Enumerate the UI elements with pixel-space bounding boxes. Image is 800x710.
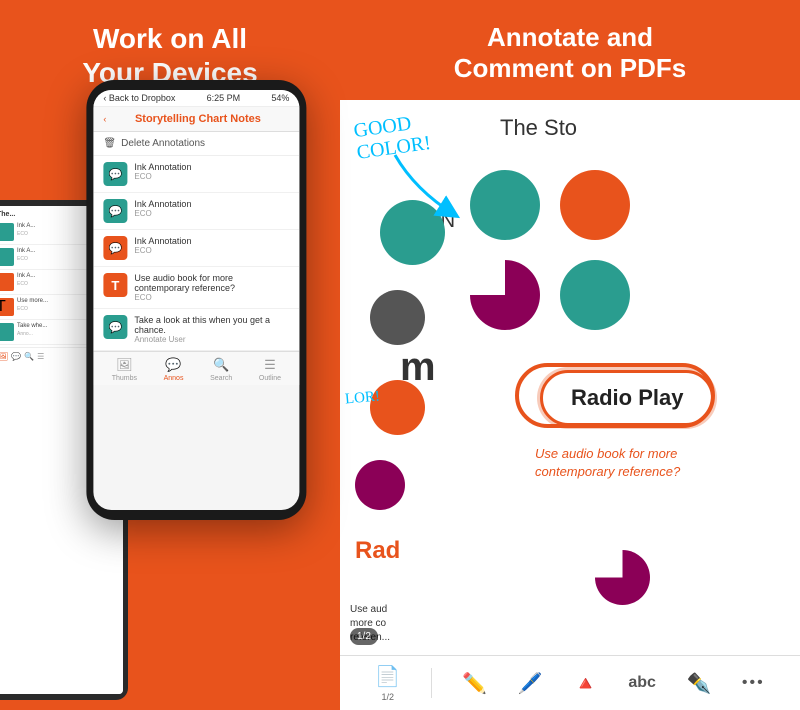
annos-icon: 💬: [165, 357, 181, 373]
phone-status-bar: ‹ Back to Dropbox 6:25 PM 54%: [93, 90, 299, 107]
pen2-icon: 🖊️: [518, 671, 543, 696]
toolbar-page-item: 📄 1/2: [375, 664, 400, 702]
phone-back-label: ‹ Back to Dropbox: [103, 93, 175, 103]
pdf-bottom-toolbar: 📄 1/2 ✏️ 🖊️ 🔺 abc ✒️: [340, 655, 800, 710]
right-title-line2: Comment on PDFs: [454, 53, 687, 83]
signature-icon: ✒️: [686, 671, 711, 696]
pdf-doc-title: The Sto: [500, 115, 577, 141]
circles-grid: [470, 170, 635, 335]
phone-mockup: ‹ Back to Dropbox 6:25 PM 54% ‹ Storytel…: [86, 80, 306, 520]
text-annotation-icon: T: [103, 273, 127, 297]
text-tool-icon: abc: [628, 674, 656, 692]
toolbar-text[interactable]: abc: [628, 674, 656, 692]
tab-search[interactable]: 🔍 Search: [210, 357, 232, 382]
phone-time: 6:25 PM: [207, 93, 241, 103]
tab-thumbs-label: Thumbs: [112, 375, 137, 382]
toolbar-signature[interactable]: ✒️: [686, 671, 711, 696]
circle-orange: [560, 170, 630, 240]
tab-annos[interactable]: 💬 Annos: [164, 357, 184, 382]
highlight-icon: 🔺: [573, 671, 598, 696]
m-text: m: [400, 345, 436, 390]
ann-sub: ECO: [134, 172, 289, 181]
pen-icon: ✏️: [462, 671, 487, 696]
tab-thumbs[interactable]: 🖼 Thumbs: [112, 357, 137, 382]
radio-play-oval: [515, 363, 715, 428]
ink-annotation-icon: 💬: [103, 199, 127, 223]
circle-purple-half: [470, 260, 540, 330]
gray-circle-bottom-left: [355, 460, 405, 510]
ann-title: Use audio book for more contemporary ref…: [134, 273, 289, 293]
page-count: 1/2: [381, 692, 394, 702]
pdf-comment: Use audio book for more contemporary ref…: [535, 445, 715, 481]
more-icon: •••: [742, 674, 765, 692]
ann-title: Ink Annotation: [134, 162, 289, 172]
ink-annotation-icon-red: 💬: [103, 236, 127, 260]
delete-label: Delete Annotations: [121, 138, 205, 149]
toolbar-more[interactable]: •••: [742, 674, 765, 692]
toolbar-highlight[interactable]: 🔺: [573, 671, 598, 696]
tab-outline-label: Outline: [259, 375, 281, 382]
circle-teal-right: [560, 260, 630, 330]
tab-search-label: Search: [210, 375, 232, 382]
toolbar-divider: [431, 668, 432, 698]
ann-sub: ECO: [134, 209, 289, 218]
right-panel: Annotate and Comment on PDFs The Sto GOO…: [340, 0, 800, 710]
outline-icon: ☰: [264, 357, 276, 373]
tab-outline[interactable]: ☰ Outline: [259, 357, 281, 382]
right-panel-title: Annotate and Comment on PDFs: [340, 0, 800, 106]
tab-annos-label: Annos: [164, 375, 184, 382]
annotation-list: 💬 Ink Annotation ECO 💬 Ink Annotation EC…: [93, 156, 299, 351]
ann-title: Ink Annotation: [134, 236, 289, 246]
annotation-item-2[interactable]: 💬 Ink Annotation ECO: [93, 193, 299, 230]
ann-sub: ECO: [134, 246, 289, 255]
ink-annotation-icon: 💬: [103, 162, 127, 186]
annotation-item-1[interactable]: 💬 Ink Annotation ECO: [93, 156, 299, 193]
annotation-item-3[interactable]: 💬 Ink Annotation ECO: [93, 230, 299, 267]
comment-annotation-icon: 💬: [103, 315, 127, 339]
arrow-annotation: [385, 150, 475, 230]
color-annotation: LOR!: [344, 389, 380, 409]
right-title-line1: Annotate and: [487, 22, 653, 52]
phone-nav-bar: ‹ Storytelling Chart Notes: [93, 107, 299, 132]
phone-bottom-tabs: 🖼 Thumbs 💬 Annos 🔍 Search ☰: [93, 351, 299, 385]
app-container: Work on All Your Devices + 📄 🗑 💬 💬 T: [0, 0, 800, 710]
search-icon: 🔍: [213, 357, 229, 373]
trash-icon: 🗑: [103, 138, 116, 149]
phone-delete-bar: 🗑 Delete Annotations: [93, 132, 299, 156]
annotation-item-4[interactable]: T Use audio book for more contemporary r…: [93, 267, 299, 309]
annotation-item-5[interactable]: 💬 Take a look at this when you get a cha…: [93, 309, 299, 351]
phone-battery: 54%: [271, 93, 289, 103]
gray-circle-left: [370, 290, 425, 345]
ann-title: Take a look at this when you get a chanc…: [134, 315, 289, 335]
ann-title: Ink Annotation: [134, 199, 289, 209]
left-title-line1: Work on All: [93, 23, 247, 54]
rad-text: Rad: [355, 537, 400, 565]
toolbar-pen2[interactable]: 🖊️: [518, 671, 543, 696]
page-number-badge: 1/2: [350, 628, 378, 645]
phone-nav-title: Storytelling Chart Notes: [106, 113, 289, 125]
toolbar-pen1[interactable]: ✏️: [462, 671, 487, 696]
pdf-area: The Sto GOODCOLOR! um of N LOR!: [340, 100, 800, 710]
bottom-half-circle: [595, 550, 650, 605]
ann-sub: Annotate User: [134, 335, 289, 344]
circle-teal-top: [470, 170, 540, 240]
ann-sub: ECO: [134, 293, 289, 302]
page-icon: 📄: [375, 664, 400, 689]
left-panel: Work on All Your Devices + 📄 🗑 💬 💬 T: [0, 0, 340, 710]
thumbs-icon: 🖼: [116, 357, 133, 373]
